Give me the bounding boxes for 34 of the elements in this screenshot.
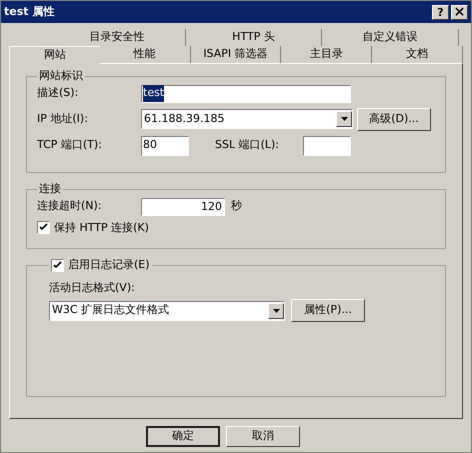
ssl-port-field[interactable] (303, 136, 351, 156)
tab[interactable]: 主目录 (281, 46, 372, 63)
group-title: 网站标识 (38, 68, 84, 84)
tab[interactable]: ISAPI 筛选器 (190, 46, 282, 63)
tab[interactable]: HTTP 头 (186, 29, 322, 46)
checkbox[interactable] (51, 258, 64, 272)
log-format-dropdown[interactable]: W3C 扩展日志文件格式 (49, 300, 285, 320)
unit-label: 秒 (231, 198, 242, 214)
checkbox-label: 启用日志记录(E) (68, 257, 150, 273)
help-button[interactable]: ? (432, 4, 449, 20)
tab[interactable]: 文档 (372, 46, 463, 63)
checkbox-label: 保持 HTTP 连接(K) (54, 220, 149, 236)
group-title: 连接 (38, 181, 62, 197)
tab[interactable]: 自定义错误 (322, 29, 460, 46)
properties-button[interactable]: 属性(P)... (291, 299, 365, 322)
checkbox[interactable] (37, 221, 50, 234)
field-label: SSL 端口(L): (215, 137, 280, 154)
field-label: 描述(S): (37, 85, 80, 102)
field-label: TCP 端口(T): (37, 137, 103, 154)
tab[interactable]: 网站 (9, 46, 100, 64)
tcp-port-field[interactable]: 80 (141, 136, 189, 156)
ok-button[interactable]: 确定 (146, 426, 220, 447)
description-field[interactable]: test (141, 84, 351, 102)
field-label: 连接超时(N): (37, 198, 103, 214)
field-value: test (143, 85, 164, 102)
window-title: test 属性 (4, 4, 54, 20)
cancel-button[interactable]: 取消 (226, 426, 300, 447)
advanced-button[interactable]: 高级(D)... (357, 108, 431, 130)
close-button[interactable]: × (451, 4, 468, 20)
field-label: IP 地址(I): (37, 110, 89, 127)
ip-address-dropdown[interactable]: 61.188.39.185 (141, 109, 353, 129)
tab[interactable]: 性能 (100, 46, 191, 63)
field-label: 活动日志格式(V): (49, 280, 136, 296)
timeout-field[interactable]: 120 (141, 198, 225, 216)
